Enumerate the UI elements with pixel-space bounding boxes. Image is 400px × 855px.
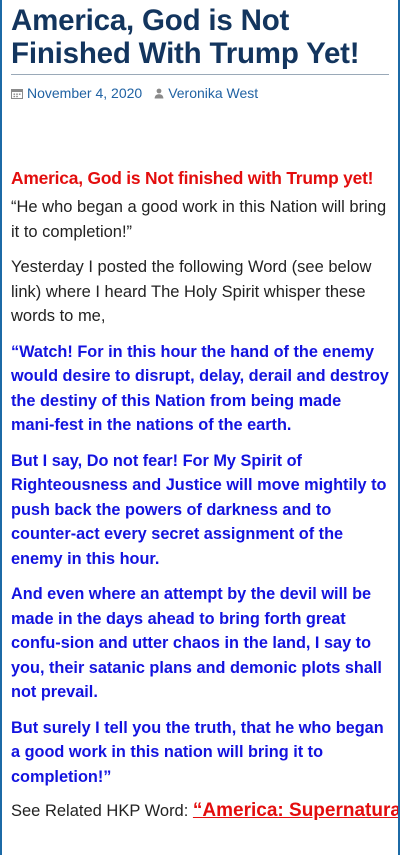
post-title: America, God is Not Finished With Trump … xyxy=(11,4,360,70)
title-divider xyxy=(11,74,389,75)
post-date-link[interactable]: November 4, 2020 xyxy=(27,84,142,102)
quote-paragraph-4: But surely I tell you the truth, that he… xyxy=(11,718,384,786)
calendar-icon xyxy=(11,84,23,102)
user-icon xyxy=(154,84,164,102)
article-page: America, God is Not Finished With Trump … xyxy=(0,0,400,855)
post-author-link[interactable]: Veronika West xyxy=(168,84,258,102)
quote-paragraph-3: And even where an attempt by the devil w… xyxy=(11,585,382,701)
context-paragraph: Yesterday I posted the following Word (s… xyxy=(11,258,372,325)
post-meta: November 4, 2020 Veronika West xyxy=(11,84,389,102)
intro-paragraph: “He who began a good work in this Nation… xyxy=(11,198,387,241)
quote-paragraph-2: But I say, Do not fear! For My Spirit of… xyxy=(11,451,387,568)
content-headline: America, God is Not finished with Trump … xyxy=(11,168,374,188)
article-content: America, God is Not Finished With Trump … xyxy=(2,4,398,823)
related-word: See Related HKP Word: “America: Supernat… xyxy=(11,799,398,823)
related-link[interactable]: “America: Supernatural xyxy=(193,800,398,821)
quote-paragraph-1: “Watch! For in this hour the hand of the… xyxy=(11,342,389,435)
related-label: See Related HKP Word: xyxy=(11,802,189,820)
